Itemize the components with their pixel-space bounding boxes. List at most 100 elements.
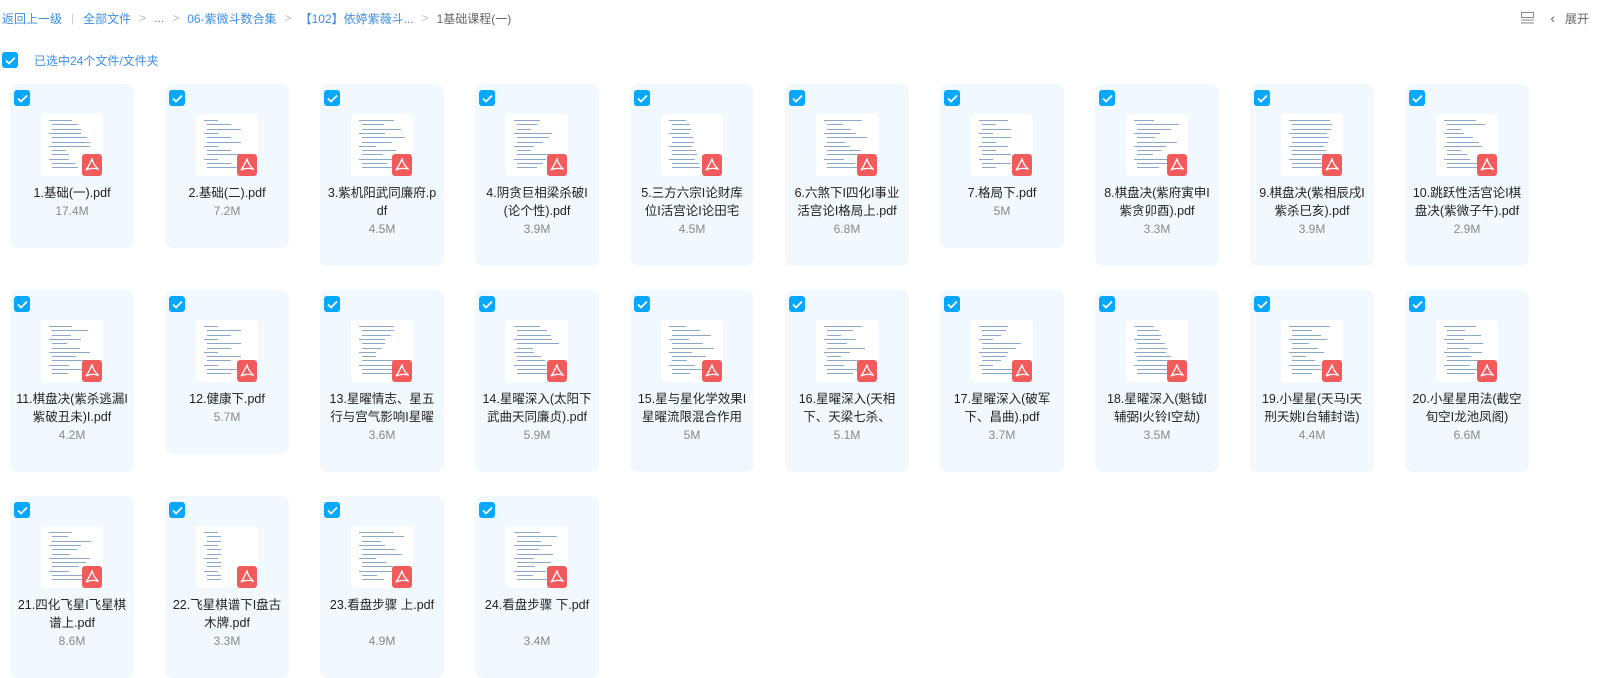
expand-button[interactable]: 展开 [1565, 10, 1589, 27]
file-size: 7.2M [213, 204, 241, 218]
file-size: 3.6M [368, 428, 396, 442]
acrobat-icon [240, 364, 254, 377]
check-icon [1411, 94, 1423, 103]
file-card[interactable]: 18.星曜深入(魁钺I辅弼I火铃I空劫) 3.5M [1095, 290, 1219, 472]
file-card[interactable]: 5.三方六宗I论财库位I活宫论I论田宅 4.5M [630, 84, 754, 266]
file-checkbox[interactable] [169, 90, 185, 106]
acrobat-icon [240, 570, 254, 583]
file-checkbox[interactable] [14, 90, 30, 106]
file-card[interactable]: 6.六煞下I四化I事业活宫论I格局上.pdf 6.8M [785, 84, 909, 266]
check-icon [1411, 300, 1423, 309]
file-size: 5.9M [523, 428, 551, 442]
pdf-icon [237, 566, 257, 588]
chevron-left-icon[interactable]: ‹ [1550, 10, 1555, 26]
file-card[interactable]: 11.棋盘决(紫杀逃漏I紫破丑未)I.pdf 4.2M [10, 290, 134, 472]
acrobat-icon [1015, 158, 1029, 171]
file-card[interactable]: 3.紫机阳武同廉府.pdf 4.5M [320, 84, 444, 266]
file-card[interactable]: 24.看盘步骤 下.pdf 3.4M [475, 496, 599, 678]
file-checkbox[interactable] [479, 502, 495, 518]
breadcrumb-separator: > [139, 11, 147, 25]
file-checkbox[interactable] [479, 296, 495, 312]
file-card[interactable]: 15.星与星化学效果I星曜流限混合作用 5M [630, 290, 754, 472]
file-checkbox[interactable] [324, 296, 340, 312]
file-checkbox[interactable] [634, 296, 650, 312]
file-card[interactable]: 8.棋盘决(紫府寅申I紫贪卯酉).pdf 3.3M [1095, 84, 1219, 266]
file-card[interactable]: 21.四化飞星I飞星棋谱上.pdf 8.6M [10, 496, 134, 678]
pdf-icon [82, 360, 102, 382]
file-checkbox[interactable] [634, 90, 650, 106]
file-name: 12.健康下.pdf [189, 392, 265, 406]
acrobat-icon [705, 364, 719, 377]
file-checkbox[interactable] [944, 296, 960, 312]
file-name: 14.星曜深入(太阳下武曲天同廉贞).pdf [482, 392, 592, 424]
file-card[interactable]: 19.小星星(天马I天刑天姚I台辅封诰) 4.4M [1250, 290, 1374, 472]
file-checkbox[interactable] [1254, 90, 1270, 106]
breadcrumb-separator: > [284, 11, 292, 25]
file-size: 4.2M [58, 428, 86, 442]
file-checkbox[interactable] [14, 296, 30, 312]
file-size: 3.9M [1298, 222, 1326, 236]
acrobat-icon [1015, 364, 1029, 377]
acrobat-icon [550, 364, 564, 377]
breadcrumb-folder-ziwei[interactable]: 06-紫微斗数合集 [187, 10, 276, 27]
acrobat-icon [240, 158, 254, 171]
check-icon [481, 94, 493, 103]
file-card[interactable]: 1.基础(一).pdf 17.4M [10, 84, 134, 248]
file-card[interactable]: 16.星曜深入(天相下、天梁七杀、 5.1M [785, 290, 909, 472]
file-checkbox[interactable] [1099, 296, 1115, 312]
file-card[interactable]: 23.看盘步骤 上.pdf 4.9M [320, 496, 444, 678]
acrobat-icon [1480, 364, 1494, 377]
file-checkbox[interactable] [789, 296, 805, 312]
acrobat-icon [550, 158, 564, 171]
check-icon [326, 506, 338, 515]
breadcrumb-all-files[interactable]: 全部文件 [83, 10, 131, 27]
file-size: 6.6M [1453, 428, 1481, 442]
check-icon [326, 300, 338, 309]
pdf-icon [1167, 154, 1187, 176]
breadcrumb-ellipsis[interactable]: ... [154, 11, 164, 25]
file-checkbox[interactable] [1409, 296, 1425, 312]
file-card[interactable]: 13.星曜情志、星五行与宫气影响I星曜 3.6M [320, 290, 444, 472]
check-icon [1101, 300, 1113, 309]
pdf-icon [1167, 360, 1187, 382]
file-card[interactable]: 2.基础(二).pdf 7.2M [165, 84, 289, 248]
file-card[interactable]: 10.跳跃性活宫论I棋盘决(紫微子午).pdf 2.9M [1405, 84, 1529, 266]
file-checkbox[interactable] [479, 90, 495, 106]
file-checkbox[interactable] [324, 502, 340, 518]
breadcrumb-folder-102[interactable]: 【102】依婷紫薇斗... [300, 10, 414, 27]
file-card[interactable]: 22.飞星棋谱下I盘古木牌.pdf 3.3M [165, 496, 289, 678]
back-link[interactable]: 返回上一级 [2, 10, 62, 27]
file-name: 2.基础(二).pdf [188, 186, 266, 200]
file-checkbox[interactable] [1409, 90, 1425, 106]
file-card[interactable]: 4.阴贪巨相梁杀破I(论个性).pdf 3.9M [475, 84, 599, 266]
check-icon [1101, 94, 1113, 103]
file-checkbox[interactable] [169, 296, 185, 312]
file-card[interactable]: 14.星曜深入(太阳下武曲天同廉贞).pdf 5.9M [475, 290, 599, 472]
breadcrumb-separator: > [421, 11, 429, 25]
check-icon [171, 94, 183, 103]
file-size: 5.1M [833, 428, 861, 442]
file-checkbox[interactable] [944, 90, 960, 106]
acrobat-icon [860, 364, 874, 377]
file-checkbox[interactable] [1254, 296, 1270, 312]
acrobat-icon [550, 570, 564, 583]
file-checkbox[interactable] [324, 90, 340, 106]
list-view-icon[interactable] [1521, 12, 1535, 24]
file-card[interactable]: 20.小星星用法(截空旬空I龙池凤阁) 6.6M [1405, 290, 1529, 472]
file-card[interactable]: 17.星曜深入(破军下、昌曲).pdf 3.7M [940, 290, 1064, 472]
file-checkbox[interactable] [169, 502, 185, 518]
file-card[interactable]: 9.棋盘决(紫相辰戌I紫杀巳亥).pdf 3.9M [1250, 84, 1374, 266]
acrobat-icon [705, 158, 719, 171]
file-checkbox[interactable] [789, 90, 805, 106]
file-checkbox[interactable] [14, 502, 30, 518]
file-card[interactable]: 7.格局下.pdf 5M [940, 84, 1064, 248]
acrobat-icon [85, 570, 99, 583]
file-card[interactable]: 12.健康下.pdf 5.7M [165, 290, 289, 454]
select-all-checkbox[interactable] [2, 52, 18, 68]
pdf-icon [1012, 154, 1032, 176]
file-size: 6.8M [833, 222, 861, 236]
file-checkbox[interactable] [1099, 90, 1115, 106]
check-icon [1256, 94, 1268, 103]
acrobat-icon [85, 158, 99, 171]
check-icon [16, 94, 28, 103]
